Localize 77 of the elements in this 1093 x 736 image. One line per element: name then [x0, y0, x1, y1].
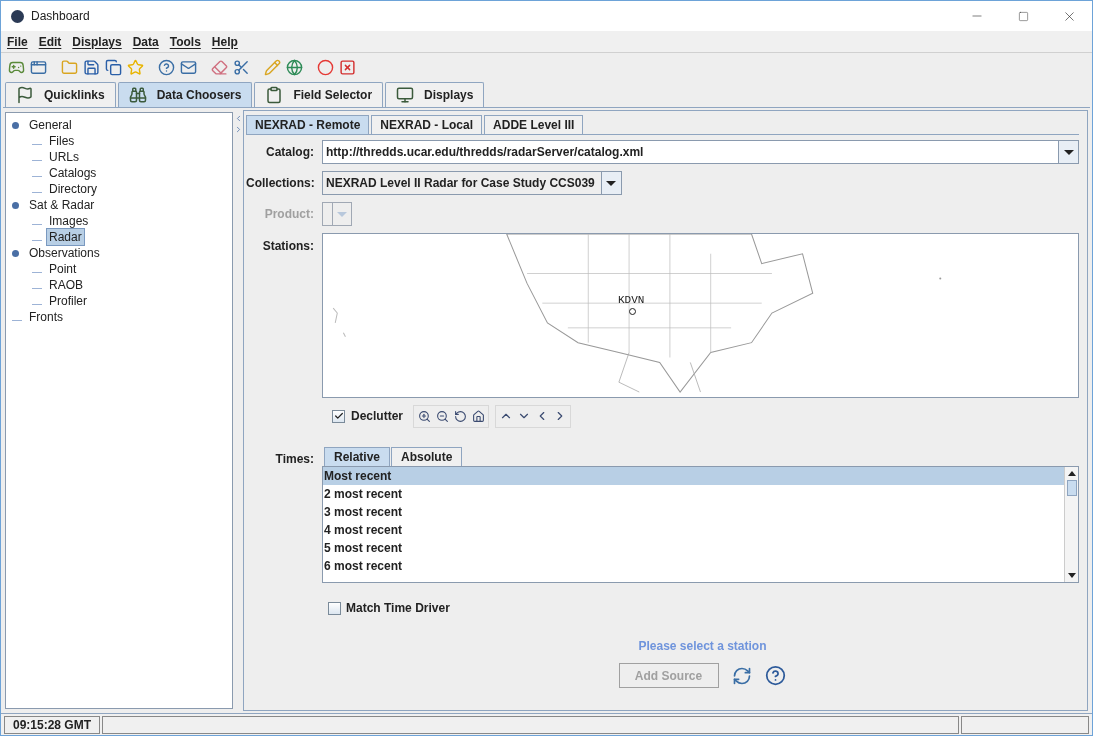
app-logo-icon [11, 9, 24, 23]
field-label: Catalog: [265, 144, 315, 161]
tab[interactable]: Absolute [391, 447, 463, 466]
field-label: Product: [263, 206, 315, 223]
tab[interactable]: Field Selector [254, 82, 384, 107]
scrollbar[interactable] [1064, 467, 1078, 582]
expand-handle-icon[interactable] [12, 249, 19, 257]
tab[interactable]: Relative [324, 447, 391, 466]
tree-item[interactable]: Observations [26, 244, 103, 262]
tab[interactable]: Quicklinks [5, 82, 116, 107]
field-label: Times: [274, 451, 315, 468]
expand-handle-icon[interactable] [12, 201, 19, 209]
tree-item[interactable]: Point [46, 260, 80, 278]
declutter-checkbox[interactable] [332, 409, 345, 423]
list-item[interactable]: 6 most recent [323, 557, 1064, 575]
tree-item[interactable]: Fronts [26, 308, 66, 326]
dropdown-arrow-icon [606, 180, 617, 186]
save-icon[interactable] [82, 57, 101, 77]
tree-item[interactable]: Files [46, 132, 78, 150]
tree-item[interactable]: Directory [46, 180, 100, 198]
station-label: KDVN [618, 293, 645, 308]
station-marker-icon[interactable] [629, 308, 636, 315]
tree-item[interactable]: Profiler [46, 292, 90, 310]
flag-icon [16, 86, 34, 104]
eraser-icon[interactable] [210, 57, 229, 77]
tree-item[interactable]: Catalogs [46, 164, 100, 182]
field-label: Collections: [246, 175, 316, 192]
station-map[interactable]: KDVN [322, 233, 1079, 398]
tab[interactable]: NEXRAD - Remote [246, 115, 370, 134]
catalog-combo-box[interactable]: http://thredds.ucar.edu/thredds/radarServer/catalog.xml [322, 140, 1079, 164]
scissors-icon[interactable] [232, 57, 251, 77]
list-item[interactable]: 3 most recent [323, 503, 1064, 521]
zoom-in-icon[interactable] [416, 408, 432, 424]
menu-item[interactable]: Data [132, 32, 159, 51]
tree-item[interactable]: General [26, 116, 75, 134]
record-icon[interactable] [316, 57, 335, 77]
zoom-out-icon[interactable] [434, 408, 450, 424]
star-icon[interactable] [126, 57, 145, 77]
tree-item[interactable]: Images [46, 212, 92, 230]
dropdown-arrow-icon [1063, 149, 1074, 155]
tab[interactable]: Data Choosers [117, 82, 253, 107]
list-item[interactable]: 4 most recent [323, 521, 1064, 539]
tree-item[interactable]: URLs [46, 148, 82, 166]
menu-item[interactable]: Displays [72, 32, 122, 51]
menu-item[interactable]: File [7, 32, 28, 51]
maximize-icon[interactable] [1017, 10, 1029, 22]
window-title: Dashboard [31, 8, 90, 25]
field-label: Stations: [261, 238, 315, 255]
list-item[interactable]: Most recent [323, 467, 1064, 485]
help-icon[interactable] [157, 57, 176, 77]
tab[interactable]: NEXRAD - Local [371, 115, 483, 134]
status-message: Please select a station [638, 638, 767, 655]
menu-item[interactable]: Help [211, 32, 238, 51]
match-time-driver-checkbox[interactable] [328, 601, 341, 615]
home-icon[interactable] [470, 408, 486, 424]
list-item[interactable]: 5 most recent [323, 539, 1064, 557]
list-item[interactable]: 2 most recent [323, 485, 1064, 503]
menu-item[interactable]: Edit [38, 32, 62, 51]
tree-item[interactable]: Sat & Radar [26, 196, 98, 214]
status-time: 09:15:28 GMT [4, 715, 101, 734]
checkbox-label: Match Time Driver [346, 600, 450, 617]
tab[interactable]: ADDE Level III [484, 115, 584, 134]
binoculars-icon [128, 86, 147, 104]
tab[interactable]: Displays [385, 82, 485, 107]
help-icon[interactable] [764, 664, 787, 687]
reset-icon[interactable] [452, 408, 468, 424]
copy-icon[interactable] [104, 57, 123, 77]
tree-item[interactable]: Radar [46, 228, 85, 246]
tree-item[interactable]: RAOB [46, 276, 86, 294]
checkbox-label: Declutter [351, 408, 403, 425]
monitor-icon [396, 86, 415, 104]
expand-handle-icon[interactable] [12, 121, 19, 129]
menu-item[interactable]: Tools [169, 32, 201, 51]
collections-combo-box[interactable]: NEXRAD Level II Radar for Case Study CCS039 [322, 171, 622, 195]
globe-icon[interactable] [285, 57, 304, 77]
clipboard-icon [265, 86, 284, 104]
close-icon[interactable] [338, 57, 357, 77]
